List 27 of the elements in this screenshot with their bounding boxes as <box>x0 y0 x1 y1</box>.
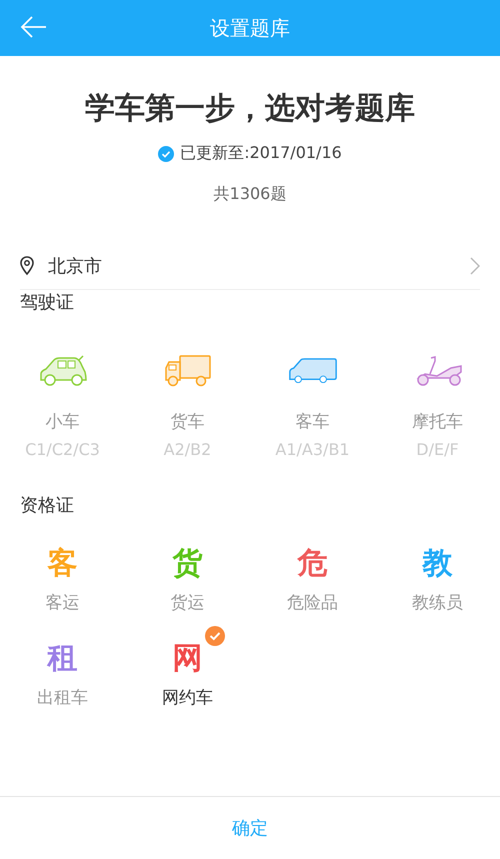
location-row[interactable]: 北京市 <box>20 243 480 290</box>
certificate-option[interactable]: 网约车 <box>162 686 213 709</box>
certificate-option[interactable]: 货运 <box>170 591 204 614</box>
location-pin-icon <box>20 256 34 276</box>
category-glyph: 客 <box>48 545 78 583</box>
confirm-button[interactable]: 确定 <box>222 812 278 844</box>
category-glyph: 危 <box>298 545 328 583</box>
city-name: 北京市 <box>48 255 103 278</box>
back-arrow-icon[interactable] <box>20 16 46 38</box>
certificate-option[interactable]: 教练员 <box>412 591 463 614</box>
certificate-option[interactable]: 客运 <box>46 591 80 614</box>
category-glyph: 网 <box>172 640 202 678</box>
car-icon <box>38 354 88 388</box>
category-glyph: 租 <box>48 640 78 678</box>
category-glyph: 教 <box>422 545 452 583</box>
certificate-option[interactable]: 危险品 <box>287 591 338 614</box>
certificate-option[interactable]: 出租车 <box>37 686 88 709</box>
category-glyph: 货 <box>172 545 202 583</box>
section-heading: 驾驶证 <box>20 291 74 314</box>
headline: 学车第一步，选对考题库 <box>84 90 416 128</box>
chevron-right-icon <box>470 257 480 275</box>
question-count: 共1306题 <box>212 184 288 205</box>
update-date: 已更新至:2017/01/16 <box>180 143 342 164</box>
page-title: 设置题库 <box>210 14 290 42</box>
section-heading: 资格证 <box>20 494 74 517</box>
truck-icon <box>162 354 212 388</box>
check-badge-icon <box>204 626 224 646</box>
